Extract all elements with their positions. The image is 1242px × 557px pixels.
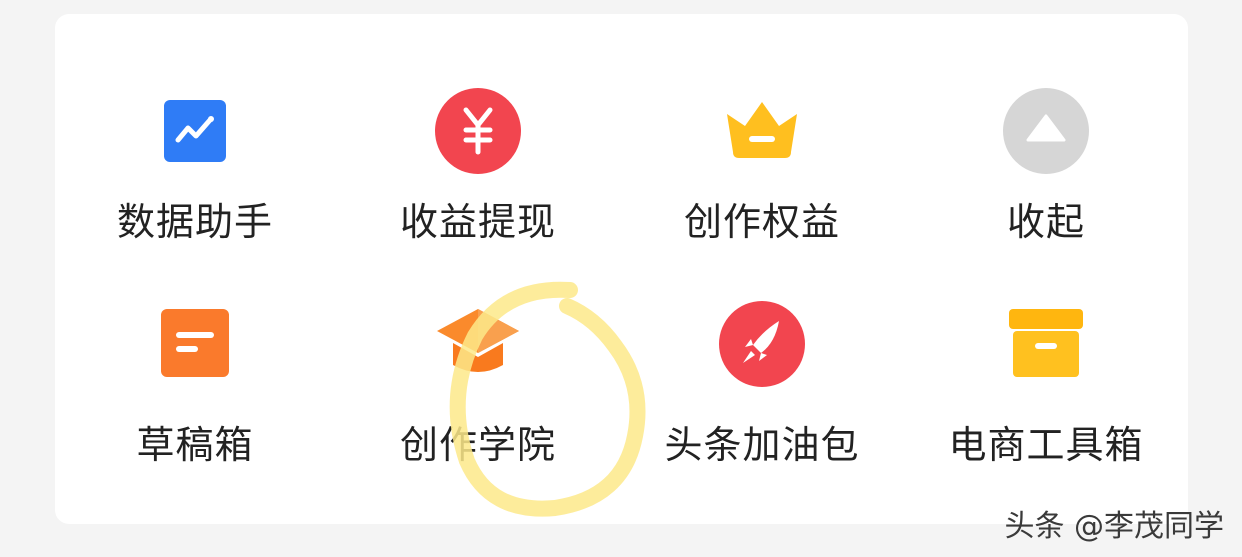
grid-item-ecommerce-toolbox[interactable]: 电商工具箱	[916, 299, 1176, 499]
watermark-text: 头条 @李茂同学	[1004, 509, 1224, 544]
graduation-cap-icon	[433, 299, 523, 389]
grid-item-label: 收起	[1006, 200, 1085, 244]
grid-item-collapse[interactable]: 收起	[916, 86, 1176, 286]
yuan-icon	[433, 86, 523, 176]
draft-icon	[150, 299, 240, 389]
grid-item-label: 收益提现	[399, 200, 556, 244]
toolbox-icon	[1001, 299, 1091, 389]
grid-item-earnings-withdraw[interactable]: 收益提现	[348, 86, 608, 286]
grid-item-toutiao-boost-pack[interactable]: 头条加油包	[632, 299, 892, 499]
grid-item-label: 头条加油包	[664, 423, 860, 467]
grid-item-label: 创作权益	[683, 200, 840, 244]
rocket-icon	[717, 299, 807, 389]
grid-item-label: 创作学院	[399, 423, 556, 467]
collapse-up-icon	[1001, 86, 1091, 176]
trend-chart-icon	[150, 86, 240, 176]
grid-item-creator-rights[interactable]: 创作权益	[632, 86, 892, 286]
crown-icon	[717, 86, 807, 176]
menu-card: 数据助手 收益提现 创作权益 收起 草稿箱 创作学院 头条加油包 电商工具箱	[55, 14, 1188, 524]
grid-item-data-assistant[interactable]: 数据助手	[65, 86, 325, 286]
grid-item-drafts[interactable]: 草稿箱	[65, 299, 325, 499]
grid-item-label: 电商工具箱	[948, 423, 1144, 467]
grid-item-creator-academy[interactable]: 创作学院	[348, 299, 608, 499]
grid-item-label: 草稿箱	[136, 423, 254, 467]
grid-item-label: 数据助手	[116, 200, 273, 244]
